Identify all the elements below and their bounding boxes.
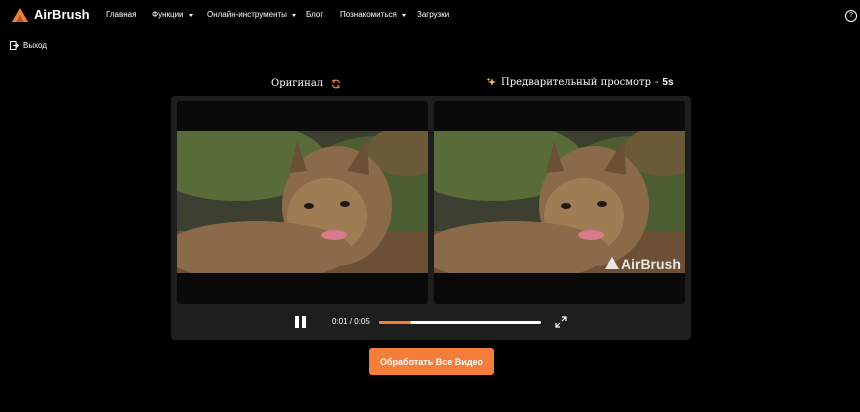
- chevron-down-icon: [188, 13, 193, 17]
- preview-title-text: Предварительный просмотр: [501, 77, 651, 88]
- sparkles-icon: [486, 77, 496, 86]
- preview-video[interactable]: AirBrush: [434, 101, 685, 304]
- original-title: Оригинал: [271, 78, 341, 89]
- menu-item-label: Познакомиться: [340, 10, 397, 19]
- preview-duration: 5s: [662, 77, 674, 88]
- top-nav: AirBrush Главная Функции Онлайн-инструме…: [0, 0, 860, 32]
- menu-item-label: Онлайн-инструменты: [207, 10, 287, 19]
- preview-separator: -: [655, 77, 659, 88]
- watermark-text: AirBrush: [621, 256, 681, 272]
- menu-item-downloads[interactable]: Загрузки: [417, 10, 449, 19]
- menu-item-about[interactable]: Познакомиться: [340, 10, 417, 19]
- menu-item-label: Функции: [152, 10, 184, 19]
- player-controls: 0:01 / 0:05: [171, 310, 691, 334]
- time-display: 0:01 / 0:05: [332, 317, 370, 326]
- menu-item-features[interactable]: Функции: [152, 10, 207, 19]
- preview-video-frame: AirBrush: [434, 131, 685, 273]
- menu-item-home[interactable]: Главная: [106, 10, 152, 19]
- airbrush-logo-icon: [12, 7, 28, 22]
- menu-item-blog[interactable]: Блог: [306, 10, 340, 19]
- help-icon[interactable]: ?: [845, 10, 857, 22]
- menu-item-label: Главная: [106, 10, 137, 19]
- logout-icon: [10, 41, 19, 50]
- menu-item-online-tools[interactable]: Онлайн-инструменты: [207, 10, 306, 19]
- logout-button[interactable]: Выход: [10, 41, 47, 50]
- refresh-icon[interactable]: [331, 79, 341, 89]
- chevron-down-icon: [401, 13, 406, 17]
- preview-title: Предварительный просмотр - 5s: [486, 77, 674, 88]
- logout-label: Выход: [23, 41, 47, 50]
- original-video[interactable]: [177, 101, 428, 304]
- logo-text: AirBrush: [34, 7, 90, 22]
- comparison-panel: AirBrush 0:01 / 0:05: [171, 96, 691, 340]
- main-menu: Главная Функции Онлайн-инструменты Блог …: [106, 10, 449, 19]
- menu-item-label: Загрузки: [417, 10, 450, 19]
- logo[interactable]: AirBrush: [12, 7, 90, 22]
- original-video-frame: [177, 131, 428, 273]
- pause-icon[interactable]: [295, 316, 306, 328]
- menu-item-label: Блог: [306, 10, 324, 19]
- fullscreen-icon[interactable]: [555, 316, 567, 328]
- progress-fill: [379, 321, 412, 324]
- process-all-videos-button[interactable]: Обработать Все Видео: [369, 348, 494, 375]
- progress-bar[interactable]: [379, 321, 541, 324]
- chevron-down-icon: [291, 13, 296, 17]
- original-title-text: Оригинал: [271, 78, 324, 89]
